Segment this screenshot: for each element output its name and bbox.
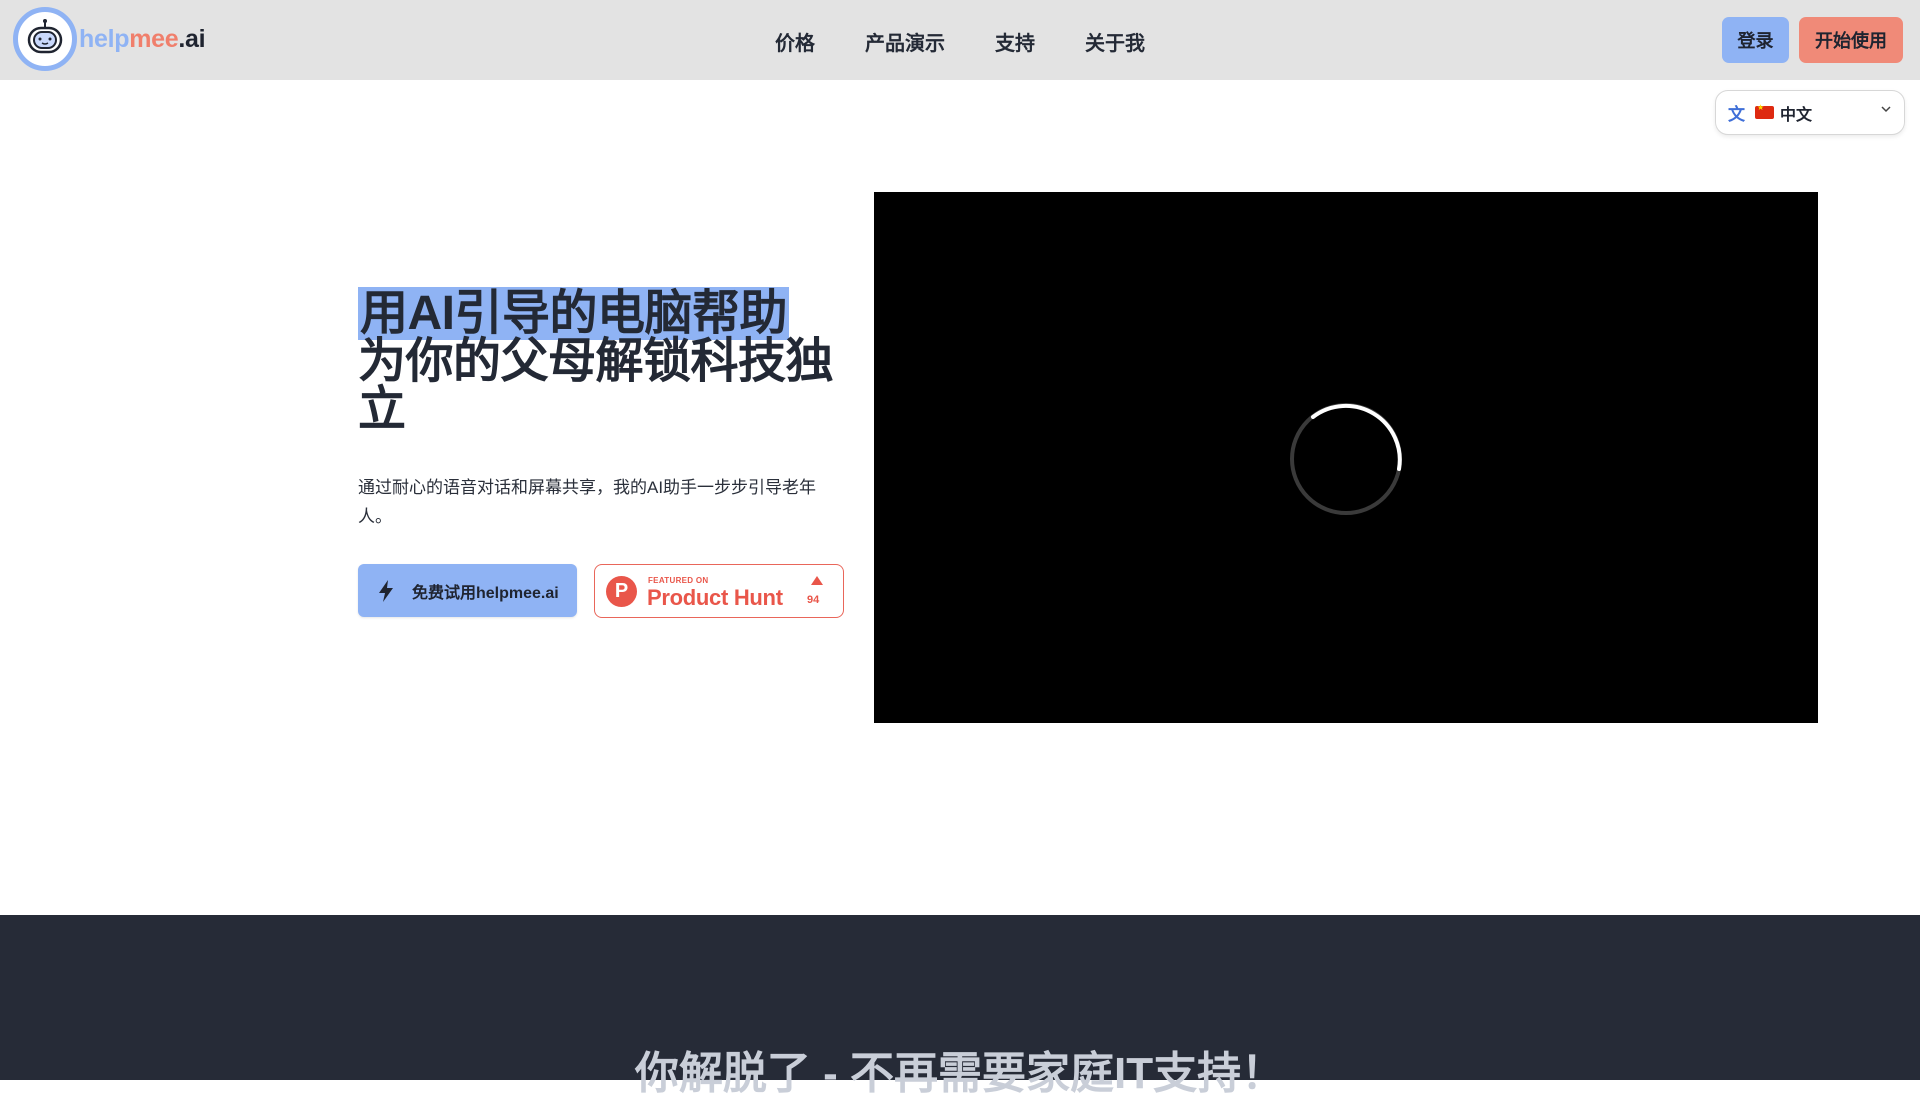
product-hunt-featured: FEATURED ON — [648, 576, 709, 585]
demo-video-player[interactable] — [874, 192, 1818, 723]
relief-section: 你解脱了 - 不再需要家庭IT支持！ — [0, 915, 1920, 1098]
logo-text-mee: mee — [129, 24, 179, 53]
nav-support[interactable]: 支持 — [995, 27, 1035, 56]
upvote-arrow-icon — [811, 576, 823, 585]
hero-title-rest: 为你的父母解锁科技独立 — [358, 335, 834, 436]
language-selector[interactable]: 文 中文 — [1715, 90, 1905, 135]
logo-text: helpmee.ai — [79, 24, 206, 54]
relief-section-title: 你解脱了 - 不再需要家庭IT支持！ — [634, 1049, 1286, 1098]
nav-about[interactable]: 关于我 — [1085, 27, 1145, 56]
translate-icon: 文 — [1728, 105, 1745, 124]
cn-flag-icon — [1755, 103, 1774, 119]
nav-pricing[interactable]: 价格 — [775, 27, 815, 56]
chevron-down-icon — [1880, 103, 1892, 118]
logo-text-ai: .ai — [178, 24, 206, 53]
hero-title: 用AI引导的电脑帮助 为你的父母解锁科技独立 — [358, 287, 858, 436]
get-started-button[interactable]: 开始使用 — [1799, 17, 1903, 63]
logo-text-help: help — [79, 24, 130, 53]
nav-demo[interactable]: 产品演示 — [865, 27, 945, 56]
bolt-icon — [379, 579, 393, 602]
hero-title-highlight: 用AI引导的电脑帮助 — [358, 287, 790, 340]
product-hunt-badge[interactable]: P FEATURED ON Product Hunt 94 — [594, 564, 844, 618]
robot-icon — [13, 7, 77, 71]
logo[interactable]: helpmee.ai — [13, 7, 206, 71]
top-header: helpmee.ai 价格 产品演示 支持 关于我 登录 开始使用 — [0, 0, 1920, 80]
upvote-count: 94 — [807, 594, 820, 606]
loading-spinner-icon — [1290, 403, 1402, 515]
product-hunt-name: Product Hunt — [647, 585, 783, 610]
free-trial-label: 免费试用helpmee.ai — [412, 584, 559, 602]
language-label: 中文 — [1780, 106, 1813, 124]
main-nav: 价格 产品演示 支持 关于我 — [0, 0, 1920, 80]
hero-subtitle: 通过耐心的语音对话和屏幕共享，我的AI助手一步步引导老年人。 — [358, 478, 817, 526]
free-trial-button[interactable]: 免费试用helpmee.ai — [358, 564, 577, 617]
login-button[interactable]: 登录 — [1722, 17, 1789, 63]
product-hunt-logo-icon: P — [606, 576, 637, 607]
